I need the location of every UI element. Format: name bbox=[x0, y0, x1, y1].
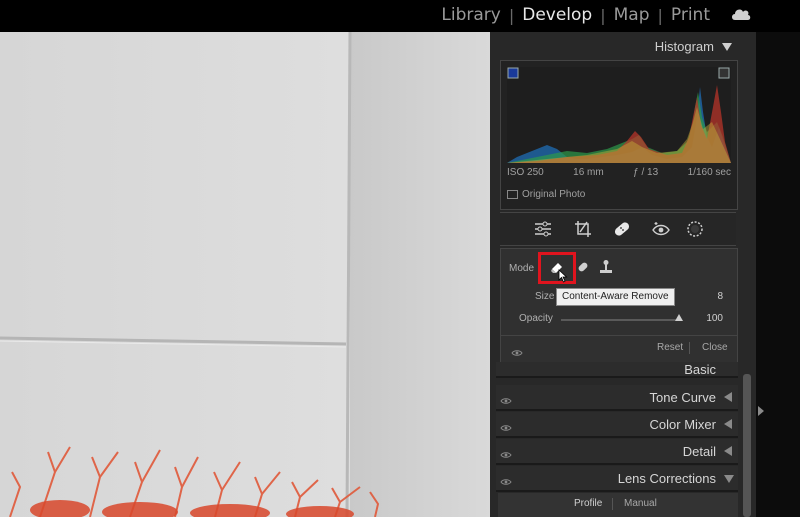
edit-sliders-icon[interactable] bbox=[532, 219, 554, 239]
expand-icon bbox=[724, 392, 732, 402]
panel-basic[interactable]: Basic bbox=[496, 362, 738, 378]
panel-tone-curve-label: Tone Curve bbox=[649, 390, 716, 405]
panel-tone-curve[interactable]: Tone Curve bbox=[496, 385, 738, 411]
heal-icon[interactable] bbox=[576, 260, 590, 279]
tool-strip bbox=[500, 212, 736, 246]
shutter-value: 1/160 sec bbox=[687, 167, 731, 178]
module-develop[interactable]: Develop bbox=[520, 5, 594, 25]
histogram[interactable]: ISO 250 16 mm ƒ / 13 1/160 sec Original … bbox=[500, 60, 738, 210]
tab-manual[interactable]: Manual bbox=[624, 498, 657, 509]
original-photo-toggle[interactable]: Original Photo bbox=[507, 189, 585, 200]
visibility-eye-icon[interactable] bbox=[500, 446, 512, 464]
mode-label: Mode bbox=[509, 263, 535, 274]
panel-lens-corrections-label: Lens Corrections bbox=[617, 471, 716, 486]
masking-icon[interactable] bbox=[684, 219, 706, 239]
visibility-eye-icon[interactable] bbox=[511, 344, 523, 362]
opacity-slider[interactable] bbox=[561, 319, 679, 321]
red-eye-icon[interactable] bbox=[650, 219, 672, 239]
divider bbox=[612, 498, 613, 510]
shadow-clipping-icon bbox=[507, 67, 519, 79]
panel-collapse-icon bbox=[722, 43, 732, 51]
panel-color-mixer[interactable]: Color Mixer bbox=[496, 412, 738, 438]
size-value[interactable]: 8 bbox=[693, 291, 723, 302]
tooltip: Content-Aware Remove bbox=[556, 288, 675, 306]
cloud-icon[interactable] bbox=[730, 6, 752, 27]
divider bbox=[501, 335, 737, 336]
original-photo-checkbox[interactable] bbox=[507, 190, 518, 199]
module-picker-bar: Library | Develop | Map | Print bbox=[0, 0, 800, 32]
focal-length-value: 16 mm bbox=[573, 167, 604, 178]
size-label: Size bbox=[535, 291, 555, 302]
expand-icon bbox=[724, 446, 732, 456]
iso-value: ISO 250 bbox=[507, 167, 544, 178]
panel-detail[interactable]: Detail bbox=[496, 439, 738, 465]
photo-canvas[interactable] bbox=[0, 32, 490, 517]
aperture-value: ƒ / 13 bbox=[633, 167, 659, 178]
visibility-eye-icon[interactable] bbox=[500, 419, 512, 437]
panel-color-mixer-label: Color Mixer bbox=[649, 417, 716, 432]
histogram-header[interactable]: Histogram bbox=[498, 36, 736, 58]
module-separator: | bbox=[657, 5, 663, 25]
visibility-eye-icon[interactable] bbox=[500, 473, 512, 491]
close-button[interactable]: Close bbox=[702, 342, 728, 353]
highlight-clipping-icon bbox=[718, 67, 730, 79]
collapse-panel-arrow-icon[interactable] bbox=[757, 404, 765, 422]
collapse-icon bbox=[724, 475, 734, 483]
mouse-cursor-icon bbox=[558, 269, 568, 288]
module-picker: Library | Develop | Map | Print bbox=[439, 3, 712, 27]
healing-icon[interactable] bbox=[611, 219, 633, 239]
clone-icon[interactable] bbox=[599, 259, 613, 280]
lens-corrections-tabs: Profile Manual bbox=[498, 493, 738, 517]
opacity-slider-thumb[interactable] bbox=[675, 314, 683, 321]
tab-profile[interactable]: Profile bbox=[574, 498, 602, 509]
opacity-label: Opacity bbox=[519, 313, 553, 324]
module-separator: | bbox=[600, 5, 606, 25]
histogram-title: Histogram bbox=[654, 39, 714, 54]
original-photo-label: Original Photo bbox=[522, 189, 586, 200]
opacity-value[interactable]: 100 bbox=[693, 313, 723, 324]
expand-icon bbox=[724, 419, 732, 429]
photo-image bbox=[0, 32, 490, 517]
module-library[interactable]: Library bbox=[439, 5, 502, 25]
panel-lens-corrections[interactable]: Lens Corrections bbox=[496, 466, 738, 492]
module-print[interactable]: Print bbox=[669, 5, 712, 25]
crop-icon[interactable] bbox=[572, 219, 594, 239]
histogram-exif-info: ISO 250 16 mm ƒ / 13 1/160 sec bbox=[507, 167, 731, 178]
panel-detail-label: Detail bbox=[682, 444, 716, 459]
divider bbox=[689, 342, 690, 354]
panel-basic-label: Basic bbox=[684, 362, 716, 377]
healing-panel: Mode Size 8 Opacity 100 Reset Close bbox=[500, 248, 738, 364]
right-panel-edge bbox=[756, 32, 800, 517]
histogram-graph bbox=[507, 67, 731, 163]
module-map[interactable]: Map bbox=[612, 5, 652, 25]
panel-scrollbar[interactable] bbox=[743, 374, 751, 517]
visibility-eye-icon[interactable] bbox=[500, 392, 512, 410]
module-separator: | bbox=[508, 5, 515, 25]
reset-button[interactable]: Reset bbox=[657, 342, 683, 353]
